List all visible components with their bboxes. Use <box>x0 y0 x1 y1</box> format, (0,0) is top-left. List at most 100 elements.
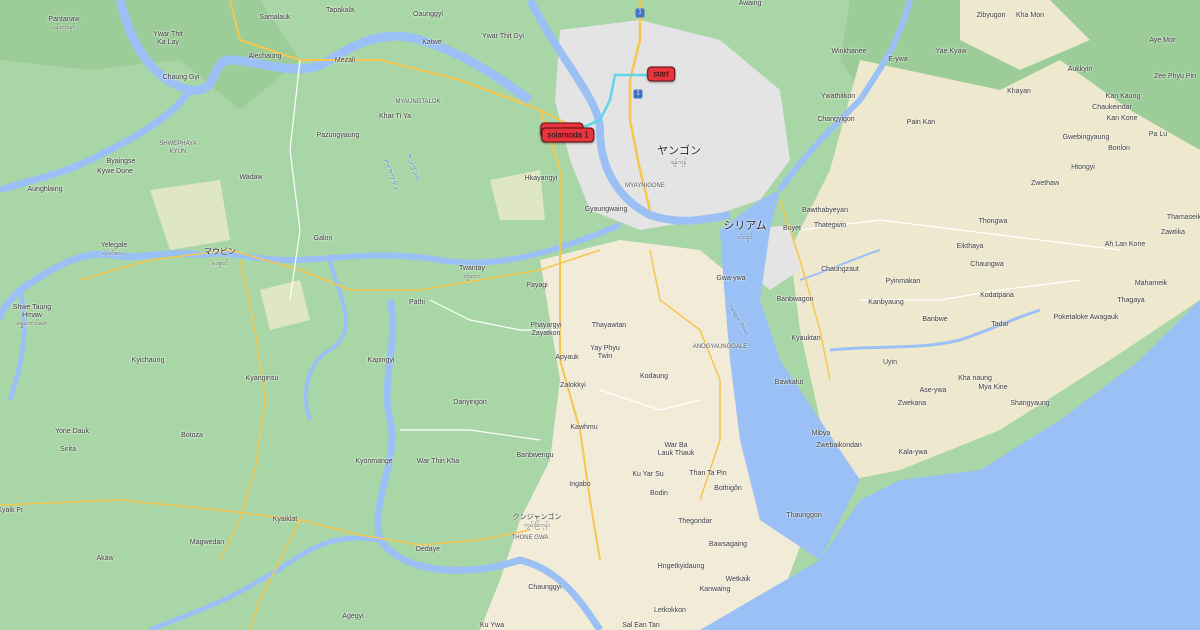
place-war-thin-kha[interactable]: War Thin Kha <box>417 458 459 466</box>
place-kyonmange[interactable]: Kyonmange <box>355 458 392 466</box>
map-marker-solamoda-1[interactable]: solamoda 1 <box>541 127 595 143</box>
place-bawsagaing[interactable]: Bawsagaing <box>709 541 747 549</box>
place-kala-ywa[interactable]: Kala-ywa <box>899 449 928 457</box>
place-kyaiklat[interactable]: Kyaiklat <box>273 516 298 524</box>
place-myaungtalok[interactable]: MYAUNGTALOK <box>395 98 440 106</box>
place-changyigon[interactable]: Changyigon <box>817 116 854 124</box>
place-myaynigone[interactable]: MYAYNIGONE <box>625 182 665 190</box>
place-kodaung[interactable]: Kodaung <box>640 373 668 381</box>
place-ase-ywa[interactable]: Ase-ywa <box>920 387 947 395</box>
place-kyaik-pi[interactable]: Kyaik Pi <box>0 507 23 515</box>
place-boyet[interactable]: Boyet <box>783 225 801 233</box>
place-letkokkon[interactable]: Letkokkon <box>654 607 686 615</box>
place-thongwa[interactable]: Thongwa <box>979 218 1008 226</box>
place-botoza[interactable]: Botoza <box>181 432 203 440</box>
place-sirita[interactable]: Sirita <box>60 446 76 454</box>
place-e-ywa[interactable]: E-ywa <box>888 56 907 64</box>
place-winkhanee[interactable]: Winkhanee <box>831 48 866 56</box>
place-aukkyin[interactable]: Aukkyin <box>1068 66 1093 74</box>
place-sal-ean-tan[interactable]: Sal Ean Tan <box>622 622 660 630</box>
city-label-syriam[interactable]: シリアム သံလျင် <box>723 220 766 244</box>
place-pain-kan[interactable]: Pain Kan <box>907 119 935 127</box>
place-kan-kone[interactable]: Kan Kone <box>1107 115 1138 123</box>
place-khar-ti-ya[interactable]: Khar Ti Ya <box>379 113 411 121</box>
place-kha-naung[interactable]: Kha naung <box>958 375 992 383</box>
place-chaukeindar[interactable]: Chaukeindar <box>1092 104 1132 112</box>
place-uyin[interactable]: Uyin <box>883 359 897 367</box>
place-ywar-thit-ka-lay[interactable]: Ywar Thit Ka Lay <box>153 31 182 47</box>
place-eikthaya[interactable]: Eikthaya <box>957 243 984 251</box>
place-katwe[interactable]: Katwe <box>422 39 441 47</box>
place-tadar[interactable]: Tadar <box>991 321 1009 329</box>
place-maubin[interactable]: マウビン မအူပင် <box>204 246 236 270</box>
place-khayan[interactable]: Khayan <box>1007 88 1031 96</box>
place-payagi[interactable]: Payagi <box>526 282 547 290</box>
place-apyauk[interactable]: Apyauk <box>555 354 578 362</box>
place-daunggyi[interactable]: Oaunggyi <box>413 11 443 19</box>
place-hngetkyidaung[interactable]: Hngetkyidaung <box>658 563 705 571</box>
place-gwa-ywa[interactable]: Gwa-ywa <box>716 275 745 283</box>
place-gyaungwaing[interactable]: Gyaungwaing <box>585 206 628 214</box>
place-tapakala[interactable]: Tapakala <box>326 7 354 15</box>
place-thegondar[interactable]: Thegondar <box>678 518 712 526</box>
place-zalokkyi[interactable]: Zalokkyi <box>560 382 586 390</box>
place-yelegale[interactable]: Yelegale ရဲလဂ်လေး <box>101 242 128 258</box>
place-yae-kyaw[interactable]: Yae Kyaw <box>936 48 967 56</box>
place-zwekana[interactable]: Zwekana <box>898 400 926 408</box>
place-yay-phyu-twin[interactable]: Yay Phyu Twin <box>590 345 619 361</box>
place-kyanginsu[interactable]: Kyanginsu <box>246 375 279 383</box>
map-marker-start[interactable]: start <box>647 66 675 82</box>
place-galon[interactable]: Galon <box>314 235 333 243</box>
place-gwebingyaung[interactable]: Gwebingyaung <box>1063 134 1110 142</box>
place-aye-mon[interactable]: Aye Mon <box>1149 37 1177 45</box>
place-bawthabyeyan[interactable]: Bawthabyeyan <box>802 207 848 215</box>
place-bodin[interactable]: Bodin <box>650 490 668 498</box>
place-magwedan[interactable]: Magwedan <box>190 539 224 547</box>
place-zawtika[interactable]: Zawtika <box>1161 229 1185 237</box>
place-kungyangon[interactable]: クンジャンゴン ကွမ်းခြံကုန်း <box>513 514 562 530</box>
place-pantanaw[interactable]: Pantanaw ပန်းတနော် <box>48 16 79 32</box>
place-ku-ywa[interactable]: Ku Ywa <box>480 622 504 630</box>
place-kodatpana[interactable]: Kodatpana <box>980 292 1014 300</box>
place-war-ba-lauk-thauk[interactable]: War Ba Lauk Thauk <box>658 442 694 458</box>
place-ah-lan-kone[interactable]: Ah Lan Kone <box>1105 241 1145 249</box>
place-zee-phyu-pin[interactable]: Zee Phyu Pin <box>1154 73 1196 81</box>
place-kapingyi[interactable]: Kapingyi <box>368 357 395 365</box>
place-akaw[interactable]: Akaw <box>96 555 113 563</box>
place-poketaloke-awagauk[interactable]: Poketaloke Awagauk <box>1054 314 1119 322</box>
place-pa-lu[interactable]: Pa Lu <box>1149 131 1167 139</box>
place-thategwin[interactable]: Thategwin <box>814 222 846 230</box>
place-ywar-thit-gyi[interactable]: Ywar Thit Gyi <box>482 33 524 41</box>
place-thagaya[interactable]: Thagaya <box>1117 297 1144 305</box>
place-chaunggyi[interactable]: Chaunggyi <box>528 584 561 592</box>
place-wadaw[interactable]: Wadaw <box>239 174 262 182</box>
place-banbwagon[interactable]: Banbwagon <box>777 296 814 304</box>
place-twantay[interactable]: Twantay တွံတေး <box>459 265 485 281</box>
place-kha-mon[interactable]: Kha Mon <box>1016 12 1044 20</box>
place-thone-gwa[interactable]: THONE GWA <box>512 534 549 542</box>
place-thayawtan[interactable]: Thayawtan <box>592 322 626 330</box>
place-yone-dauk[interactable]: Yone Dauk <box>55 428 89 436</box>
place-wetkaik[interactable]: Wetkaik <box>726 576 751 584</box>
place-dedaye[interactable]: Dedaye <box>416 546 440 554</box>
place-bonlon[interactable]: Bonlon <box>1108 145 1130 153</box>
place-alechaung[interactable]: Alechaung <box>248 53 281 61</box>
place-htongyi[interactable]: Htongyi <box>1071 164 1095 172</box>
place-ywathitkon[interactable]: Ywathitkon <box>821 93 855 101</box>
place-kanwaing[interactable]: Kanwaing <box>700 586 731 594</box>
place-kan-kaung[interactable]: Kan Kaung <box>1106 93 1141 101</box>
place-phayargyi[interactable]: Phayargyi Zayatkon <box>530 322 561 338</box>
place-agegyi[interactable]: Agegyi <box>342 613 363 621</box>
place-zwebaikondan[interactable]: Zwebaikondan <box>816 442 862 450</box>
place-thaunggon[interactable]: Thaunggon <box>786 512 821 520</box>
place-pazungyaung[interactable]: Pazungyaung <box>317 132 360 140</box>
place-zibyugon[interactable]: Zibyugon <box>977 12 1006 20</box>
place-banbwengu[interactable]: Banbwengu <box>517 452 554 460</box>
place-pyinmakan[interactable]: Pyinmakan <box>886 278 921 286</box>
place-thamaseik[interactable]: Thamaseik <box>1167 214 1200 222</box>
place-mya-kine[interactable]: Mya Kine <box>978 384 1007 392</box>
place-anogyaunggale[interactable]: ANOGYAUNGGALE <box>693 343 748 351</box>
place-ku-yar-su[interactable]: Ku Yar Su <box>632 471 663 479</box>
place-danyingon[interactable]: Danyingon <box>453 399 486 407</box>
place-kyauktan[interactable]: Kyauktan <box>791 335 820 343</box>
